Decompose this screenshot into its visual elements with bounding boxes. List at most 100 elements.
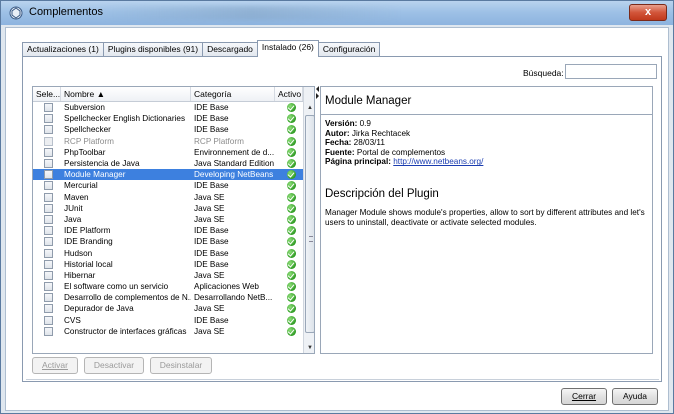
scrollbar-grip-icon xyxy=(309,236,313,242)
table-row[interactable]: Persistencia de Java Java Standard Editio… xyxy=(33,158,303,169)
collapse-left-icon[interactable] xyxy=(316,86,319,92)
active-cell xyxy=(275,259,303,269)
plugin-category: IDE Base xyxy=(194,226,229,236)
column-header-category[interactable]: Categoría xyxy=(191,87,275,101)
plugin-category: IDE Base xyxy=(194,237,229,247)
table-row[interactable]: Module Manager Developing NetBeans xyxy=(33,169,303,181)
table-row[interactable]: Java Java SE xyxy=(33,214,303,225)
active-check-icon xyxy=(287,270,296,280)
homepage-link[interactable]: http://www.netbeans.org/ xyxy=(393,157,483,166)
select-cell xyxy=(33,125,61,135)
select-checkbox[interactable] xyxy=(44,159,53,169)
table-row[interactable]: Hibernar Java SE xyxy=(33,270,303,281)
select-checkbox[interactable] xyxy=(44,237,53,247)
source-label: Fuente: xyxy=(325,147,355,157)
select-checkbox[interactable] xyxy=(44,226,53,236)
scroll-down-arrow-icon[interactable]: ▼ xyxy=(304,342,314,353)
collapse-right-icon[interactable] xyxy=(316,93,319,99)
column-header-name[interactable]: Nombre ▲ xyxy=(61,87,191,101)
table-row[interactable]: JUnit Java SE xyxy=(33,203,303,214)
table-row[interactable]: PhpToolbar Environnement de d... xyxy=(33,147,303,158)
title-bar-blur xyxy=(101,6,401,20)
active-cell xyxy=(275,125,303,135)
select-checkbox[interactable] xyxy=(44,270,53,280)
active-check-icon xyxy=(287,147,296,157)
plugin-category: Java SE xyxy=(194,304,225,314)
plugin-name: Historial local xyxy=(64,259,113,269)
active-cell xyxy=(275,181,303,191)
select-checkbox[interactable] xyxy=(44,125,53,135)
select-checkbox[interactable] xyxy=(44,181,53,191)
select-checkbox[interactable] xyxy=(44,282,53,292)
select-checkbox[interactable] xyxy=(44,203,53,213)
select-cell xyxy=(33,293,61,303)
plugin-name: Java xyxy=(64,214,82,224)
tab-4[interactable]: Configuración xyxy=(317,42,381,56)
help-label: Ayuda xyxy=(623,391,647,401)
plugin-name: Desarrollo de complementos de N... xyxy=(64,293,191,303)
table-row[interactable]: Desarrollo de complementos de N... Desarr… xyxy=(33,292,303,303)
select-checkbox[interactable] xyxy=(44,147,53,157)
table-row[interactable]: Maven Java SE xyxy=(33,192,303,203)
table-scrollbar[interactable]: ▲ ▼ xyxy=(303,87,314,353)
select-checkbox[interactable] xyxy=(44,315,53,325)
tab-2[interactable]: Descargado xyxy=(202,42,258,56)
select-checkbox[interactable] xyxy=(44,103,53,113)
author-value: Jirka Rechtacek xyxy=(351,128,411,138)
active-cell xyxy=(275,170,303,180)
select-cell xyxy=(33,103,61,113)
plugin-name: IDE Branding xyxy=(64,237,113,247)
deactivate-button[interactable]: Desactivar xyxy=(84,357,144,374)
table-row[interactable]: IDE Branding IDE Base xyxy=(33,236,303,247)
table-row[interactable]: Mercurial IDE Base xyxy=(33,180,303,191)
select-checkbox[interactable] xyxy=(44,136,53,146)
select-checkbox[interactable] xyxy=(44,192,53,202)
table-row[interactable]: Constructor de interfaces gráficas Java S… xyxy=(33,326,303,337)
table-row[interactable]: Depurador de Java Java SE xyxy=(33,303,303,314)
select-checkbox[interactable] xyxy=(44,170,53,180)
select-checkbox[interactable] xyxy=(44,114,53,124)
uninstall-button[interactable]: Desinstalar xyxy=(150,357,212,374)
tab-1[interactable]: Plugins disponibles (91) xyxy=(102,42,204,56)
plugin-name: Persistencia de Java xyxy=(64,159,140,169)
tab-3[interactable]: Instalado (26) xyxy=(256,40,319,57)
plugin-details-title: Module Manager xyxy=(325,95,412,107)
table-row[interactable]: RCP Platform RCP Platform xyxy=(33,136,303,147)
select-cell xyxy=(33,315,61,325)
active-check-icon xyxy=(287,136,296,146)
activate-button[interactable]: Activar xyxy=(32,357,78,374)
title-bar[interactable]: Complementos x xyxy=(1,1,673,25)
table-row[interactable]: IDE Platform IDE Base xyxy=(33,225,303,236)
table-row[interactable]: Historial local IDE Base xyxy=(33,259,303,270)
plugin-name: Spellchecker English Dictionaries xyxy=(64,114,186,124)
table-row[interactable]: CVS IDE Base xyxy=(33,315,303,326)
close-button[interactable]: Cerrar xyxy=(561,388,607,405)
help-button[interactable]: Ayuda xyxy=(612,388,658,405)
scroll-up-arrow-icon[interactable]: ▲ xyxy=(304,102,314,114)
scrollbar-thumb[interactable] xyxy=(305,115,314,333)
column-header-active[interactable]: Activo xyxy=(275,87,303,101)
select-checkbox[interactable] xyxy=(44,248,53,258)
active-check-icon xyxy=(287,282,296,292)
plugin-category: Desarrollando NetB... xyxy=(194,293,273,303)
column-header-select[interactable]: Sele... xyxy=(33,87,61,101)
search-input[interactable] xyxy=(565,64,657,79)
close-window-button[interactable]: x xyxy=(629,4,667,21)
table-row[interactable]: Spellchecker English Dictionaries IDE Bas… xyxy=(33,113,303,124)
select-checkbox[interactable] xyxy=(44,326,53,336)
select-checkbox[interactable] xyxy=(44,259,53,269)
table-row[interactable]: Spellchecker IDE Base xyxy=(33,124,303,135)
tab-0[interactable]: Actualizaciones (1) xyxy=(22,42,104,56)
select-checkbox[interactable] xyxy=(44,214,53,224)
select-checkbox[interactable] xyxy=(44,304,53,314)
select-cell xyxy=(33,214,61,224)
table-row[interactable]: El software como un servicio Aplicaciones… xyxy=(33,281,303,292)
table-row[interactable]: Hudson IDE Base xyxy=(33,247,303,258)
active-check-icon xyxy=(287,315,296,325)
select-checkbox[interactable] xyxy=(44,293,53,303)
select-cell xyxy=(33,259,61,269)
select-cell xyxy=(33,170,61,180)
table-row[interactable]: Subversion IDE Base xyxy=(33,102,303,113)
select-cell xyxy=(33,147,61,157)
plugin-name: Subversion xyxy=(64,103,105,113)
